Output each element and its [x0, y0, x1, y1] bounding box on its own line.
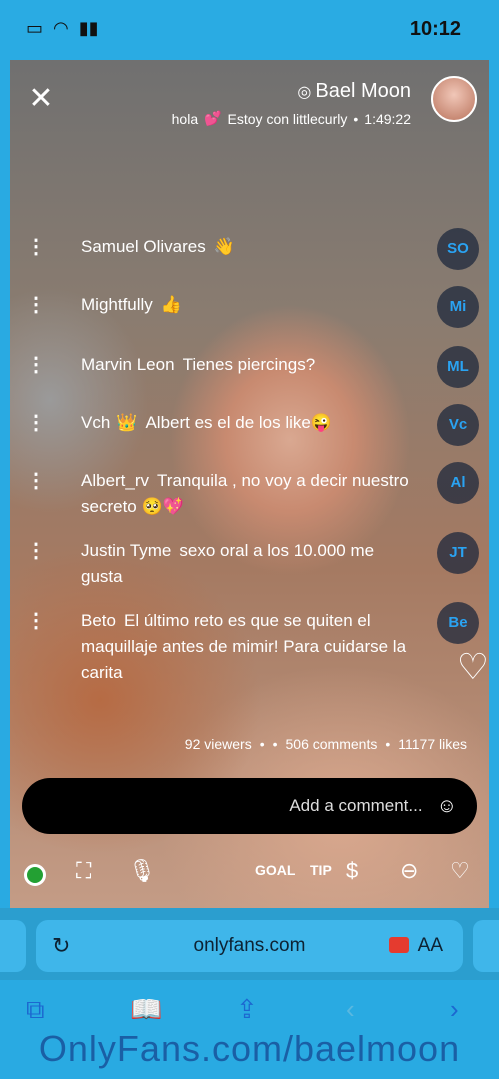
live-indicator[interactable]	[24, 864, 46, 886]
comment-avatar[interactable]: JT	[437, 532, 479, 574]
comment-message: 👋	[213, 237, 235, 256]
comment-menu-icon[interactable]: ⋮	[26, 468, 46, 493]
stats-dot: •	[385, 736, 391, 752]
comment-avatar[interactable]: Be	[437, 602, 479, 644]
stats-dot: •	[259, 736, 265, 752]
comment-row: Vc ⋮ Vch 👑 Albert es el de los like😜	[10, 404, 489, 446]
prev-tab[interactable]	[0, 920, 26, 972]
stream-controls: ⛶ 🎙 GOAL TIP $ ⊖ ♡	[10, 850, 489, 896]
comment-avatar[interactable]: ML	[437, 346, 479, 388]
comment-text: Albert_rv Tranquila , no voy a decir nues…	[81, 468, 411, 520]
subtitle-text: Estoy con littlecurly	[227, 110, 348, 127]
streamer-name[interactable]: ◎ Bael Moon	[297, 80, 411, 103]
next-tab[interactable]	[473, 920, 499, 972]
comment-row: Mi ⋮ Mightfully 👍	[10, 286, 489, 328]
forward-icon[interactable]: ›	[450, 994, 459, 1025]
comment-username[interactable]: Samuel Olivares	[81, 237, 206, 256]
status-bar: ▭ ◠ ▮▮ 10:12	[0, 0, 499, 60]
comment-text: Marvin Leon Tienes piercings?	[81, 352, 411, 378]
tip-label[interactable]: TIP	[310, 862, 332, 878]
comment-badge: 👑	[116, 413, 138, 432]
comment-menu-icon[interactable]: ⋮	[26, 352, 46, 377]
like-heart-icon[interactable]: ♡	[450, 858, 470, 884]
fullscreen-icon[interactable]: ⛶	[76, 858, 91, 884]
comment-avatar[interactable]: Al	[437, 462, 479, 504]
browser-address-bar: ↻ onlyfans.com AA	[0, 908, 499, 980]
subtitle-emoji: 💕	[204, 110, 222, 126]
close-button[interactable]: ✕	[24, 82, 58, 116]
emoji-icon[interactable]: ☺	[437, 795, 457, 818]
comment-menu-icon[interactable]: ⋮	[26, 292, 46, 317]
watermark: OnlyFans.com/baelmoon	[38, 1028, 461, 1069]
live-stream-view: ✕ ◎ Bael Moon hola 💕 Estoy con littlecur…	[10, 60, 489, 908]
bookmarks-icon[interactable]: 📖	[130, 994, 162, 1025]
tip-icon[interactable]: $	[346, 858, 358, 884]
comment-username[interactable]: Albert_rv	[81, 471, 149, 490]
comment-menu-icon[interactable]: ⋮	[26, 234, 46, 259]
share-icon[interactable]: ⇪	[236, 994, 258, 1025]
comment-menu-icon[interactable]: ⋮	[26, 538, 46, 563]
signal-icon: ▮▮	[78, 18, 99, 38]
likes-count: 11177 likes	[398, 736, 467, 752]
comments-count: 506 comments	[285, 736, 378, 752]
comment-placeholder[interactable]: Add a comment...	[289, 796, 422, 816]
comment-username[interactable]: Vch	[81, 413, 110, 432]
stream-subtitle: hola 💕 Estoy con littlecurly • 1:49:22	[172, 110, 411, 127]
verified-icon: ◎	[297, 83, 312, 101]
comment-message: Albert es el de los like😜	[145, 413, 332, 432]
comment-text: Samuel Olivares 👋	[81, 234, 411, 260]
comment-username[interactable]: Justin Tyme	[81, 541, 171, 560]
comment-input[interactable]: Add a comment... ☺	[22, 778, 477, 834]
wifi-icon: ◠	[53, 18, 69, 38]
comment-username[interactable]: Mightfully	[81, 295, 153, 314]
status-icons: ▭ ◠ ▮▮	[26, 18, 99, 39]
comment-row: ML ⋮ Marvin Leon Tienes piercings?	[10, 346, 489, 388]
comment-avatar[interactable]: SO	[437, 228, 479, 270]
subtitle-tail: hola	[171, 110, 199, 127]
comment-text: Mightfully 👍	[81, 292, 411, 318]
battery-icon: ▭	[26, 18, 44, 38]
stats-dot: •	[272, 736, 278, 752]
comment-message: Tienes piercings?	[182, 355, 316, 374]
comment-row: JT ⋮ Justin Tyme sexo oral a los 10.000 me …	[10, 532, 489, 600]
status-time: 10:12	[409, 18, 461, 40]
tabs-icon[interactable]: ⧉	[26, 994, 45, 1026]
comment-username[interactable]: Beto	[81, 611, 116, 630]
url-field[interactable]: ↻ onlyfans.com AA	[36, 920, 463, 972]
comment-menu-icon[interactable]: ⋮	[26, 410, 46, 435]
stream-duration: 1:49:22	[364, 110, 411, 127]
minus-circle-icon[interactable]: ⊖	[400, 858, 418, 884]
streamer-name-label: Bael Moon	[315, 80, 411, 102]
comment-username[interactable]: Marvin Leon	[81, 355, 175, 374]
camera-icon[interactable]	[389, 937, 409, 953]
comment-row: Be ⋮ Beto El último reto es que se quiten e…	[10, 602, 489, 696]
comment-row: SO ⋮ Samuel Olivares 👋	[10, 228, 489, 270]
comment-text: Beto El último reto es que se quiten el m…	[81, 608, 411, 686]
subtitle-dot: •	[353, 110, 359, 127]
streamer-avatar[interactable]	[431, 76, 477, 122]
tip-goal-label[interactable]: GOAL	[255, 862, 295, 878]
comment-message: 👍	[160, 295, 182, 314]
comment-message: El último reto es que se quiten el maqui…	[81, 611, 407, 682]
comment-menu-icon[interactable]: ⋮	[26, 608, 46, 633]
stream-stats: 92 viewers • • 506 comments • 11177 like…	[185, 736, 467, 752]
microphone-icon[interactable]: 🎙	[128, 858, 156, 884]
comment-avatar[interactable]: Vc	[437, 404, 479, 446]
back-icon[interactable]: ‹	[346, 994, 355, 1025]
heart-icon[interactable]: ♡	[457, 646, 489, 688]
comment-text: Vch 👑 Albert es el de los like😜	[81, 410, 411, 436]
comment-text: Justin Tyme sexo oral a los 10.000 me gus…	[81, 538, 411, 590]
comment-avatar[interactable]: Mi	[437, 286, 479, 328]
viewers-count: 92 viewers	[184, 736, 252, 752]
aa-button[interactable]: AA	[418, 920, 443, 972]
comment-row: Al ⋮ Albert_rv Tranquila , no voy a decir n…	[10, 462, 489, 530]
